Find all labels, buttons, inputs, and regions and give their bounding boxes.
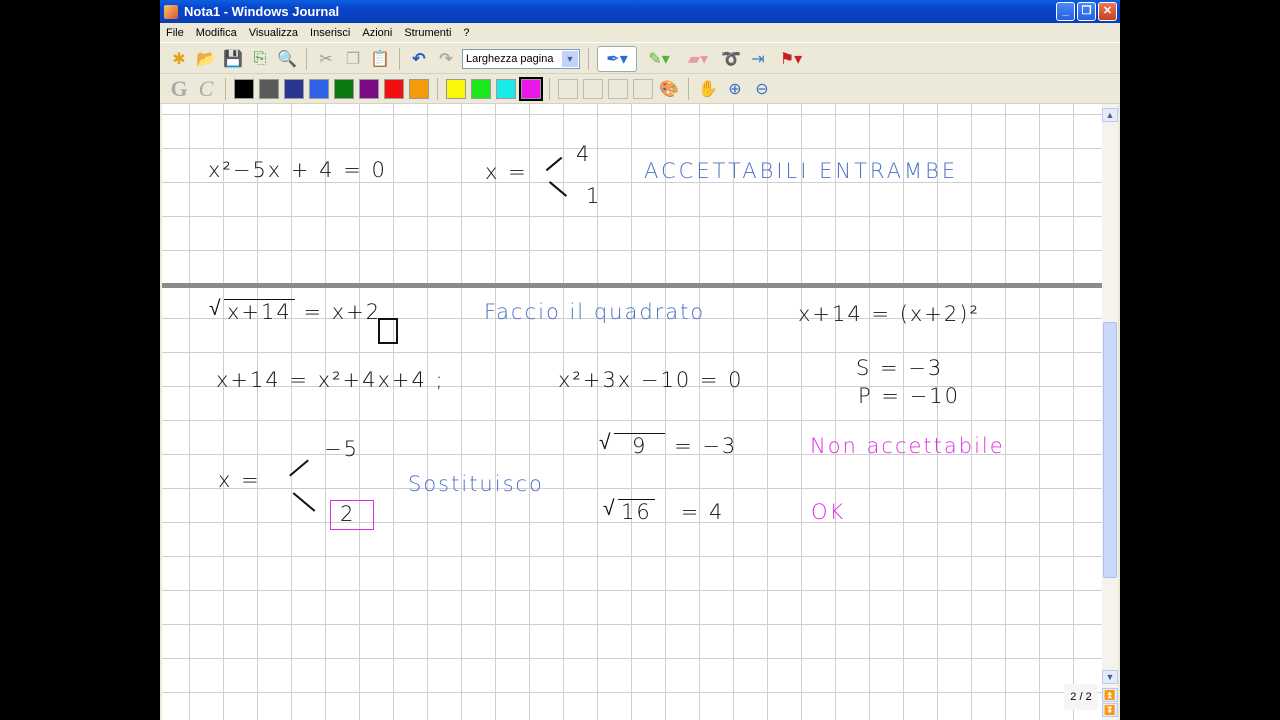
check-sqrt9: 9 = −3 — [614, 433, 738, 458]
menu-file[interactable]: File — [160, 27, 190, 39]
scrollbar-thumb[interactable] — [1103, 322, 1117, 578]
x-equals-2: x = — [218, 468, 261, 492]
grayscale-g-icon[interactable]: G — [168, 76, 190, 101]
menu-azioni[interactable]: Azioni — [356, 27, 398, 39]
app-icon — [164, 4, 178, 19]
radicand-16: 16 — [618, 499, 655, 524]
color-green[interactable] — [334, 78, 354, 99]
save-icon[interactable]: 💾 — [222, 48, 244, 70]
window-title: Nota1 - Windows Journal — [184, 4, 340, 19]
x-equals: x = — [485, 160, 528, 184]
equation-1: x²−5x + 4 = 0 — [208, 158, 387, 182]
find-icon[interactable]: 🔍 — [276, 48, 298, 70]
menu-help[interactable]: ? — [457, 27, 475, 39]
sum-roots: S = −3 — [856, 356, 944, 380]
color-slot[interactable] — [633, 78, 653, 99]
comment-accettabili: ACCETTABILI ENTRAMBE — [644, 159, 959, 183]
scroll-down-button[interactable]: ▼ — [1102, 670, 1118, 684]
text-cursor-box — [378, 318, 398, 344]
zoom-in-icon[interactable]: ⊕ — [724, 78, 746, 100]
check1-rhs: = −3 — [674, 434, 738, 458]
highlighter-tool-icon[interactable]: ✎▾ — [642, 48, 676, 70]
minimize-button[interactable]: _ — [1056, 2, 1075, 21]
flag-icon[interactable]: ⚑▾ — [774, 48, 808, 70]
copy-icon[interactable]: ❐ — [342, 48, 364, 70]
root-2: 2 — [340, 502, 356, 526]
next-page-button[interactable]: ⏬ — [1102, 703, 1118, 717]
color-purple[interactable] — [359, 78, 379, 99]
quadratic-equation: x²+3x −10 = 0 — [558, 368, 744, 392]
color-lime[interactable] — [471, 78, 491, 99]
color-navy[interactable] — [284, 78, 304, 99]
scroll-up-button[interactable]: ▲ — [1102, 108, 1118, 122]
color-cyan[interactable] — [496, 78, 516, 99]
root-4: 4 — [576, 142, 592, 166]
color-red[interactable] — [384, 78, 404, 99]
zoom-select[interactable]: Larghezza pagina ▼ — [462, 48, 580, 69]
zoom-select-value: Larghezza pagina — [466, 52, 554, 65]
color-slot[interactable] — [583, 78, 603, 99]
previous-page-button[interactable]: ⏫ — [1102, 688, 1118, 702]
menu-modifica[interactable]: Modifica — [190, 27, 243, 39]
note-canvas[interactable]: x²−5x + 4 = 0 x = 4 1 ACCETTABILI ENTRAM… — [162, 104, 1102, 720]
check-sqrt16: 16 = 4 — [618, 499, 725, 524]
vertical-scrollbar[interactable]: ▲ ▼ ⏫ ⏬ — [1102, 104, 1118, 720]
root-1: 1 — [586, 184, 602, 208]
zoom-out-icon[interactable]: ⊖ — [751, 78, 773, 100]
color-magenta[interactable] — [519, 76, 543, 101]
color-gray[interactable] — [259, 78, 279, 99]
color-slot[interactable] — [558, 78, 578, 99]
open-folder-icon[interactable]: 📂 — [195, 48, 217, 70]
color-blue[interactable] — [309, 78, 329, 99]
menu-inserisci[interactable]: Inserisci — [304, 27, 356, 39]
menu-bar: File Modifica Visualizza Inserisci Azion… — [160, 23, 1120, 43]
check2-rhs: = 4 — [680, 500, 725, 524]
journal-window: Nota1 - Windows Journal _ ❐ ✕ File Modif… — [160, 0, 1120, 720]
lasso-select-icon[interactable]: ➰ — [720, 48, 742, 70]
comment-sostituisco: Sostituisco — [408, 472, 544, 496]
radicand-9: 9 — [614, 433, 666, 458]
page-counter: 2 / 2 — [1064, 684, 1098, 710]
product-roots: P = −10 — [858, 384, 960, 408]
undo-icon[interactable]: ↶ — [408, 48, 430, 70]
squared-equation: x+14 = (x+2)² — [798, 302, 980, 326]
radicand: x+14 — [224, 299, 295, 324]
import-icon[interactable]: ⎘ — [249, 48, 271, 70]
comment-faccio: Faccio il quadrato — [484, 300, 706, 324]
insert-space-icon[interactable]: ⇥ — [747, 48, 769, 70]
format-toolbar: G C 🎨 ✋ ⊕ ⊖ — [160, 74, 1120, 104]
standard-toolbar: ✱ 📂 💾 ⎘ 🔍 ✂ ❐ 📋 ↶ ↷ Larghezza pagina ▼ ✒▾… — [160, 44, 1120, 74]
palette-icon[interactable]: 🎨 — [658, 78, 680, 100]
color-black[interactable] — [234, 78, 254, 99]
root-minus-5: −5 — [324, 437, 359, 461]
grayscale-c-icon[interactable]: C — [195, 76, 217, 101]
redo-icon[interactable]: ↷ — [435, 48, 457, 70]
pan-hand-icon[interactable]: ✋ — [697, 78, 719, 100]
title-bar: Nota1 - Windows Journal _ ❐ ✕ — [160, 0, 1120, 23]
color-yellow[interactable] — [446, 78, 466, 99]
expanded-equation: x+14 = x²+4x+4 ; — [216, 368, 445, 392]
eraser-tool-icon[interactable]: ▰▾ — [681, 48, 715, 70]
close-button[interactable]: ✕ — [1098, 2, 1117, 21]
cut-icon[interactable]: ✂ — [315, 48, 337, 70]
color-slot[interactable] — [608, 78, 628, 99]
restore-button[interactable]: ❐ — [1077, 2, 1096, 21]
verdict-ok: OK — [811, 500, 846, 524]
page-divider — [162, 283, 1102, 288]
color-orange[interactable] — [409, 78, 429, 99]
menu-strumenti[interactable]: Strumenti — [398, 27, 457, 39]
new-note-icon[interactable]: ✱ — [168, 48, 190, 70]
menu-visualizza[interactable]: Visualizza — [243, 27, 304, 39]
paste-icon[interactable]: 📋 — [369, 48, 391, 70]
verdict-non-accettabile: Non accettabile — [810, 434, 1005, 458]
pen-tool-icon[interactable]: ✒▾ — [597, 45, 637, 72]
rhs: = x+2 — [303, 300, 382, 324]
chevron-down-icon: ▼ — [562, 50, 578, 67]
radical-equation: x+14 = x+2 — [224, 299, 382, 324]
